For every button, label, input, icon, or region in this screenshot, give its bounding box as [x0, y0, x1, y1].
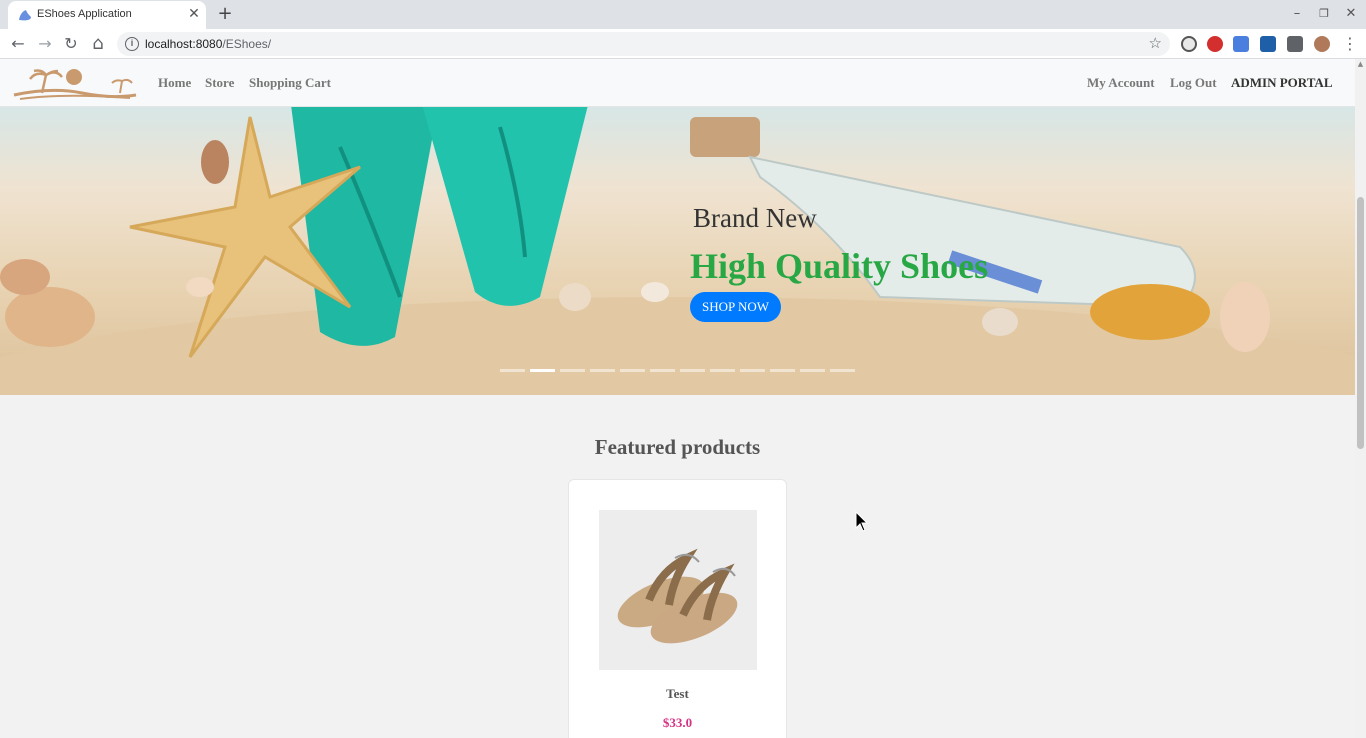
product-name[interactable]: Test — [569, 686, 786, 702]
scrollbar-thumb[interactable] — [1357, 197, 1364, 449]
carousel-indicator[interactable] — [650, 369, 675, 372]
shoe-favicon-icon — [19, 10, 31, 21]
nav-shopping-cart-link[interactable]: Shopping Cart — [249, 75, 331, 91]
bookmark-star-icon[interactable]: ☆ — [1149, 34, 1162, 52]
carousel-indicator[interactable] — [590, 369, 615, 372]
browser-menu-icon[interactable]: ⋮ — [1339, 33, 1361, 55]
page-scrollbar[interactable]: ▲ — [1355, 59, 1366, 738]
extension-briefcase-icon[interactable] — [1260, 36, 1276, 52]
extension-opera-icon[interactable] — [1207, 36, 1223, 52]
site-navbar: Home Store Shopping Cart My Account Log … — [0, 59, 1355, 107]
mouse-cursor-icon — [855, 511, 869, 532]
carousel-indicator[interactable] — [830, 369, 855, 372]
nav-store-link[interactable]: Store — [205, 75, 234, 91]
sandal-image — [617, 548, 738, 644]
hero-subtitle: Brand New — [693, 203, 817, 233]
extension-translate-icon[interactable] — [1233, 36, 1249, 52]
back-icon[interactable]: ← — [7, 33, 29, 55]
hero-carousel: Brand New High Quality Shoes SHOP NOW — [0, 107, 1355, 395]
extensions-puzzle-icon[interactable] — [1287, 36, 1303, 52]
carousel-indicator[interactable] — [620, 369, 645, 372]
browser-tab-bar: EShoes Application ✕ + – ❐ ✕ — [0, 0, 1366, 29]
extension-moon-icon[interactable] — [1181, 36, 1197, 52]
tab-close-icon[interactable]: ✕ — [186, 6, 202, 22]
url-text[interactable]: localhost:8080/EShoes/ — [145, 37, 271, 51]
minimize-icon[interactable]: – — [1289, 5, 1305, 23]
url-path: /EShoes/ — [222, 37, 272, 51]
product-card[interactable]: Test $33.0 — [568, 479, 787, 738]
browser-toolbar: ← → ↻ ⌂ i localhost:8080/EShoes/ ☆ ⋮ — [0, 29, 1366, 59]
restore-icon[interactable]: ❐ — [1316, 5, 1332, 23]
scroll-up-icon[interactable]: ▲ — [1357, 61, 1364, 68]
url-host: localhost:8080 — [145, 37, 223, 51]
nav-admin-portal-link[interactable]: ADMIN PORTAL — [1231, 75, 1333, 91]
carousel-indicator[interactable] — [530, 369, 555, 372]
nav-home-link[interactable]: Home — [158, 75, 191, 91]
beach-logo-icon[interactable] — [12, 67, 138, 101]
product-price: $33.0 — [662, 715, 693, 730]
tab-title: EShoes Application — [37, 8, 132, 20]
browser-tab[interactable]: EShoes Application ✕ — [8, 1, 206, 29]
profile-avatar[interactable] — [1314, 36, 1330, 52]
product-image[interactable] — [599, 510, 757, 670]
carousel-indicator[interactable] — [770, 369, 795, 372]
carousel-indicator[interactable] — [740, 369, 765, 372]
nav-log-out-link[interactable]: Log Out — [1170, 75, 1217, 91]
home-icon[interactable]: ⌂ — [87, 33, 109, 55]
address-bar[interactable]: i localhost:8080/EShoes/ ☆ — [117, 32, 1170, 56]
window-close-icon[interactable]: ✕ — [1343, 5, 1359, 23]
forward-icon[interactable]: → — [34, 33, 56, 55]
site-info-icon[interactable]: i — [125, 37, 139, 51]
carousel-indicator[interactable] — [800, 369, 825, 372]
carousel-indicator[interactable] — [500, 369, 525, 372]
beach-hero-image — [0, 107, 1355, 395]
hero-title: High Quality Shoes — [690, 246, 989, 286]
carousel-indicator[interactable] — [710, 369, 735, 372]
carousel-indicator[interactable] — [680, 369, 705, 372]
shop-now-button[interactable]: SHOP NOW — [690, 292, 781, 322]
featured-products-heading: Featured products — [594, 435, 761, 459]
nav-my-account-link[interactable]: My Account — [1087, 75, 1155, 91]
carousel-indicator[interactable] — [560, 369, 585, 372]
reload-icon[interactable]: ↻ — [60, 33, 82, 55]
new-tab-icon[interactable]: + — [216, 4, 234, 24]
